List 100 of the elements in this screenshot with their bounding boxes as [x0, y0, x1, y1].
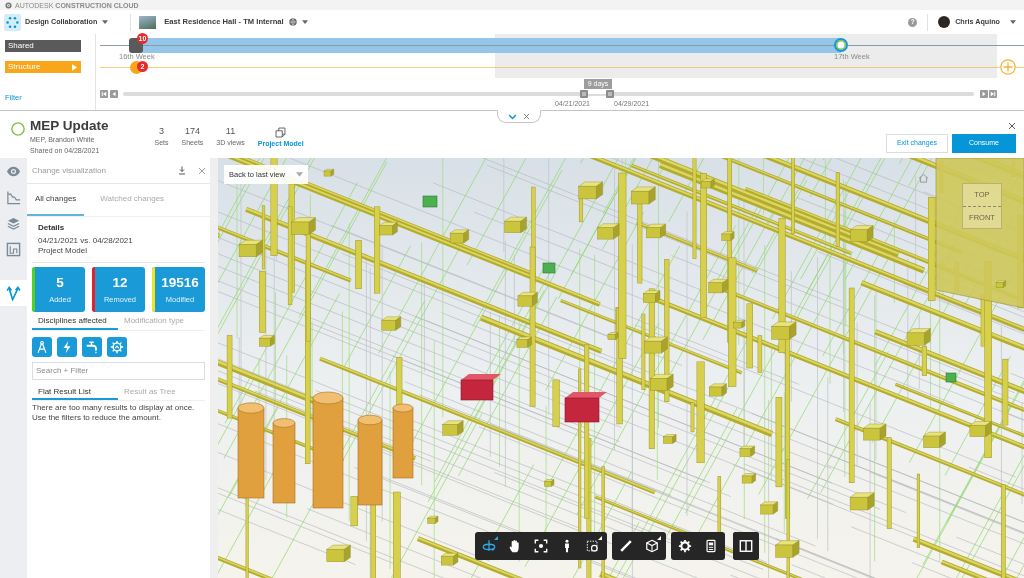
discipline-button[interactable] — [57, 336, 77, 357]
caret-icon — [1010, 20, 1016, 24]
panel-title: Change visualization — [32, 165, 106, 176]
duct-fitting — [906, 328, 931, 346]
branch-arrows-icon — [6, 285, 21, 301]
duct-fitting — [578, 181, 603, 200]
close-icon — [1008, 122, 1016, 130]
photo-placeholder — [139, 15, 157, 29]
download-icon — [178, 166, 186, 175]
duct-fitting — [923, 431, 946, 448]
status-ring-icon — [11, 122, 25, 136]
duct-fitting — [381, 316, 401, 331]
package-title: MEP Update — [30, 119, 109, 134]
caret-icon — [102, 20, 109, 24]
search-field[interactable]: Search + Filter — [32, 361, 205, 380]
globe-icon — [288, 18, 297, 26]
duct-fitting — [644, 336, 668, 354]
step-forward-button[interactable] — [980, 90, 988, 98]
step-forward-icon — [981, 91, 987, 97]
duct-fitting — [449, 229, 469, 244]
filter-tab[interactable]: Flat Result List — [32, 386, 118, 401]
duct-fitting — [379, 222, 398, 236]
duct-fitting — [516, 336, 532, 348]
duct-fitting — [995, 280, 1006, 288]
range-handle[interactable] — [580, 90, 588, 98]
orbit-icon — [482, 539, 496, 553]
close-icon — [198, 166, 206, 175]
step-back-icon — [111, 91, 117, 97]
discipline-button[interactable] — [107, 336, 127, 357]
equipment-box — [564, 392, 607, 423]
split-view-icon — [739, 539, 753, 553]
ruler-icon — [619, 539, 633, 553]
avatar-icon — [938, 16, 951, 28]
range-handle[interactable] — [606, 90, 614, 98]
close-button[interactable] — [523, 113, 530, 120]
stat-value: 11 — [225, 126, 236, 137]
equipment-box — [542, 262, 556, 274]
close-icon — [523, 113, 530, 120]
panel-tab[interactable]: Watched changes — [92, 184, 173, 216]
filter-tab[interactable]: Result as Tree — [118, 386, 176, 401]
collapse-button[interactable] — [508, 113, 517, 120]
panel-tab[interactable]: All changes — [27, 184, 85, 216]
layers-icon — [6, 215, 21, 231]
equipment-box — [422, 195, 438, 208]
chevron-down-icon — [508, 113, 517, 120]
duct-fitting — [259, 335, 275, 347]
step-back-button[interactable] — [110, 90, 118, 98]
duct-fitting — [775, 540, 800, 558]
gear-icon — [678, 539, 692, 553]
model-name: Project Model — [37, 246, 88, 258]
duct-fitting — [760, 501, 778, 515]
add-circle-icon[interactable] — [1000, 59, 1016, 75]
discipline-button[interactable] — [82, 336, 102, 357]
details-heading: Details — [37, 223, 66, 233]
section-box-icon — [586, 539, 600, 553]
duct-fitting — [643, 290, 661, 303]
focus-icon — [534, 539, 548, 553]
duct-fitting — [646, 223, 666, 239]
result-message: There are too many results to display at once. Use the filters to reduce the amount. — [32, 403, 196, 424]
track-line — [1016, 67, 1024, 68]
duct-fitting — [323, 169, 334, 177]
summary-count: 12 — [112, 276, 128, 290]
duct-fitting — [238, 240, 263, 257]
skip-end-button[interactable] — [989, 90, 997, 98]
cube-icon — [645, 539, 659, 553]
floor-plan-icon — [6, 241, 21, 257]
track-label[interactable]: Structure — [5, 61, 81, 73]
duct-fitting — [442, 420, 464, 436]
hand-icon — [508, 539, 522, 553]
filter-tab[interactable]: Modification type — [118, 316, 185, 330]
duct-fitting — [441, 553, 459, 566]
faucet-icon — [85, 339, 99, 354]
step-chart-icon — [6, 189, 21, 205]
track-line — [100, 45, 129, 46]
discipline-button[interactable] — [32, 336, 52, 357]
play-icon — [72, 63, 77, 71]
sidebar-tab[interactable] — [0, 280, 27, 306]
gear-icon — [110, 339, 124, 354]
duct-fitting — [701, 178, 715, 189]
duct-fitting — [709, 383, 727, 397]
track-label[interactable]: Shared — [5, 40, 81, 52]
home-icon[interactable] — [918, 173, 929, 183]
duct-fitting — [849, 492, 875, 511]
split-view-button[interactable] — [733, 532, 759, 560]
scrubber-track[interactable] — [123, 92, 974, 96]
compass-icon — [35, 339, 49, 354]
dots-ring-icon[interactable] — [4, 13, 21, 31]
filter-tab[interactable]: Disciplines affected — [32, 316, 118, 330]
stat-value: 3 — [159, 126, 165, 137]
box-outline-icon — [275, 127, 287, 138]
skip-start-button[interactable] — [100, 90, 108, 98]
duct-fitting — [427, 516, 439, 524]
duct-fitting — [291, 217, 316, 235]
duct-fitting — [741, 473, 756, 484]
duct-fitting — [733, 320, 745, 329]
caret-icon — [301, 20, 308, 24]
compare-range: 04/21/2021 vs. 04/28/2021 — [37, 235, 134, 247]
duct-fitting — [863, 423, 887, 441]
download-button[interactable] — [178, 166, 186, 175]
close-button[interactable] — [1008, 122, 1016, 130]
